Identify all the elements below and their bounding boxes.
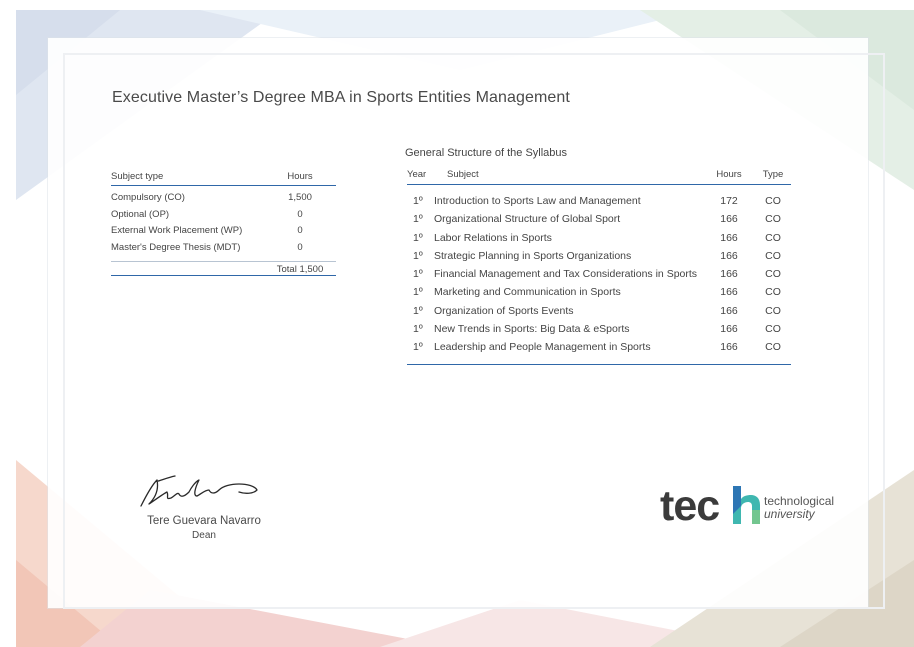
- subject-cell: Marketing and Communication in Sports: [434, 286, 621, 299]
- hours-cell: 166: [720, 249, 738, 262]
- summary-table-header: Subject type Hours: [111, 171, 336, 186]
- subject-type-cell: Master's Degree Thesis (MDT): [111, 241, 241, 253]
- type-cell: CO: [765, 286, 781, 299]
- logo-line-technological: technological: [764, 494, 835, 508]
- syllabus-row: 1º Introduction to Sports Law and Manage…: [407, 195, 791, 213]
- summary-row: Optional (OP) 0: [111, 209, 336, 226]
- syllabus-row: 1º Marketing and Communication in Sports…: [407, 286, 791, 304]
- subject-type-cell: Compulsory (CO): [111, 192, 185, 203]
- header-subject: Subject: [447, 169, 479, 180]
- signer-name: Tere Guevara Navarro: [147, 515, 261, 527]
- hours-cell: 166: [720, 323, 738, 336]
- header-year: Year: [407, 169, 427, 180]
- syllabus-row: 1º Financial Management and Tax Consider…: [407, 268, 791, 286]
- syllabus-row: 1º Organization of Sports Events 166 CO: [407, 305, 791, 323]
- year-cell: 1º: [413, 341, 423, 354]
- subject-cell: Leadership and People Management in Spor…: [434, 341, 651, 354]
- subject-cell: Introduction to Sports Law and Managemen…: [434, 195, 641, 207]
- type-cell: CO: [765, 195, 781, 207]
- syllabus-row: 1º Organizational Structure of Global Sp…: [407, 213, 791, 231]
- year-cell: 1º: [413, 304, 423, 317]
- subject-cell: New Trends in Sports: Big Data & eSports: [434, 323, 630, 336]
- subject-cell: Financial Management and Tax Considerati…: [434, 268, 698, 281]
- hours-cell: 1,500: [288, 192, 312, 203]
- hours-cell: 166: [720, 341, 738, 354]
- syllabus-table-header: Year Subject Hours Type: [407, 169, 791, 185]
- type-cell: CO: [765, 268, 781, 281]
- header-hours: Hours: [716, 169, 742, 180]
- summary-row: External Work Placement (WP) 0: [111, 225, 336, 242]
- year-cell: 1º: [413, 231, 423, 244]
- total-hours: Total 1,500: [276, 264, 324, 275]
- type-cell: CO: [765, 341, 781, 354]
- hours-cell: 172: [720, 195, 738, 207]
- header-hours: Hours: [287, 171, 313, 182]
- type-cell: CO: [765, 249, 781, 262]
- subject-type-cell: External Work Placement (WP): [111, 225, 243, 236]
- logo-wordmark: tec: [660, 482, 720, 530]
- hours-cell: 0: [297, 208, 303, 220]
- logo-h-mark-icon: [733, 486, 760, 524]
- hours-cell: 166: [720, 231, 738, 244]
- year-cell: 1º: [413, 249, 423, 262]
- header-type: Type: [762, 169, 784, 180]
- syllabus-row: 1º Labor Relations in Sports 166 CO: [407, 232, 791, 250]
- subject-cell: Labor Relations in Sports: [434, 231, 552, 244]
- summary-row: Compulsory (CO) 1,500: [111, 192, 336, 209]
- logo-line-university: university: [764, 507, 815, 521]
- year-cell: 1º: [413, 213, 423, 226]
- summary-total-row: Total 1,500: [111, 261, 336, 276]
- summary-row: Master's Degree Thesis (MDT) 0: [111, 242, 336, 259]
- subject-cell: Strategic Planning in Sports Organizatio…: [434, 249, 632, 262]
- hours-cell: 166: [720, 304, 738, 317]
- hours-cell: 166: [720, 286, 738, 299]
- syllabus-row: 1º Strategic Planning in Sports Organiza…: [407, 250, 791, 268]
- year-cell: 1º: [413, 268, 423, 281]
- year-cell: 1º: [413, 323, 423, 336]
- syllabus-row: 1º New Trends in Sports: Big Data & eSpo…: [407, 323, 791, 341]
- document-title: Executive Master’s Degree MBA in Sports …: [112, 89, 570, 106]
- header-subject-type: Subject type: [111, 171, 164, 182]
- handwritten-signature: [140, 475, 258, 507]
- type-cell: CO: [765, 231, 781, 244]
- signer-role: Dean: [192, 530, 216, 541]
- hours-cell: 166: [720, 213, 738, 226]
- subject-cell: Organization of Sports Events: [434, 304, 574, 317]
- syllabus-table-bottom-rule: [407, 363, 791, 365]
- year-cell: 1º: [413, 195, 423, 207]
- subject-type-cell: Optional (OP): [111, 208, 170, 220]
- hours-cell: 0: [297, 225, 303, 236]
- hours-cell: 166: [720, 268, 738, 281]
- syllabus-row: 1º Leadership and People Management in S…: [407, 341, 791, 359]
- hours-cell: 0: [297, 241, 303, 253]
- type-cell: CO: [765, 304, 781, 317]
- type-cell: CO: [765, 323, 781, 336]
- year-cell: 1º: [413, 286, 423, 299]
- syllabus-title: General Structure of the Syllabus: [405, 147, 568, 159]
- syllabus-table: Year Subject Hours Type 1º Introduction …: [407, 169, 791, 365]
- subject-type-summary-table: Subject type Hours Compulsory (CO) 1,500…: [111, 171, 336, 276]
- type-cell: CO: [765, 213, 781, 226]
- subject-cell: Organizational Structure of Global Sport: [434, 213, 621, 226]
